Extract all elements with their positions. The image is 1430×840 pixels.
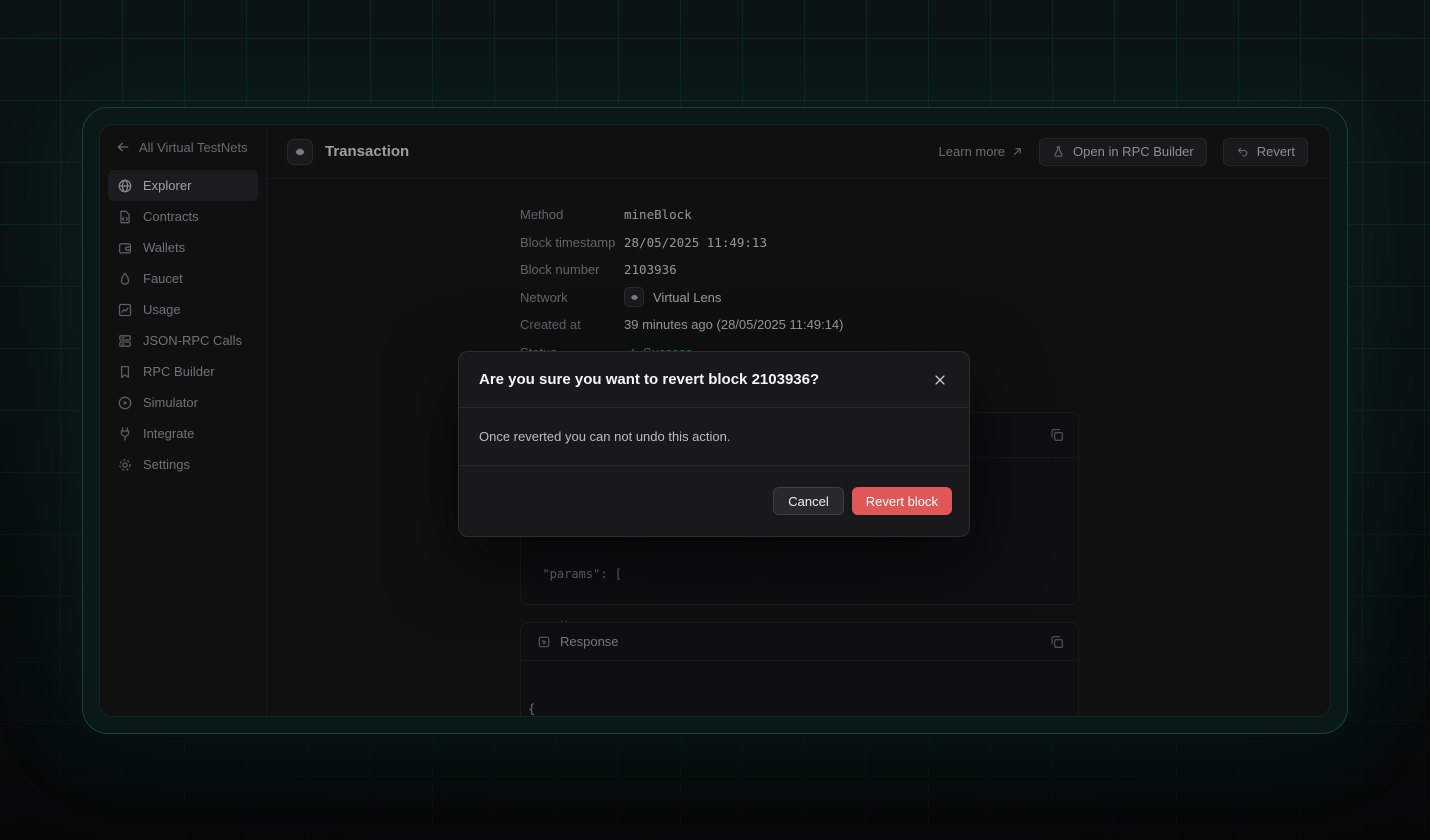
revert-block-button[interactable]: Revert block xyxy=(851,487,952,515)
revert-confirmation-dialog: Are you sure you want to revert block 21… xyxy=(458,351,970,537)
dialog-title: Are you sure you want to revert block 21… xyxy=(479,371,820,388)
screen: All Virtual TestNets Explorer Contracts xyxy=(0,0,1430,840)
dialog-body-text: Once reverted you can not undo this acti… xyxy=(459,408,969,466)
dialog-header: Are you sure you want to revert block 21… xyxy=(459,352,969,408)
dialog-footer: Cancel Revert block xyxy=(459,466,969,536)
cancel-button[interactable]: Cancel xyxy=(773,487,844,515)
close-icon[interactable] xyxy=(925,365,955,395)
